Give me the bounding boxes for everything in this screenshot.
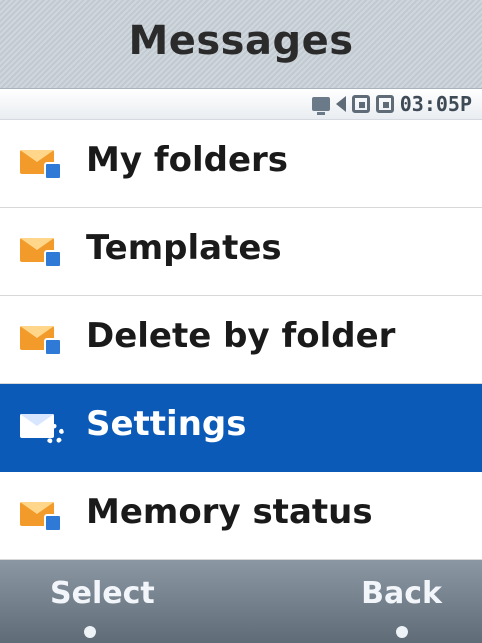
select-softkey[interactable]: Select (50, 576, 155, 611)
menu-item-label: My folders (86, 140, 289, 180)
r-box-icon (351, 95, 370, 113)
message-folder-icon (20, 146, 66, 182)
grid-box-icon (375, 95, 394, 113)
message-delete-icon (20, 322, 66, 358)
menu-item-settings[interactable]: Settings (0, 384, 482, 472)
title-bar: Messages (0, 0, 482, 89)
speaker-icon (335, 96, 346, 112)
phone-screen: Messages 03:05P My folders Templates Del… (0, 0, 482, 643)
menu-item-delete-by-folder[interactable]: Delete by folder (0, 296, 482, 384)
message-settings-icon (20, 410, 66, 446)
menu-item-label: Templates (86, 228, 282, 268)
menu-item-my-folders[interactable]: My folders (0, 120, 482, 208)
left-softkey-dot-icon (84, 626, 96, 638)
messages-menu: My folders Templates Delete by folder Se… (0, 120, 482, 560)
message-template-icon (20, 234, 66, 270)
menu-item-label: Memory status (86, 492, 373, 532)
status-time: 03:05P (399, 92, 472, 116)
right-softkey-dot-icon (396, 626, 408, 638)
page-title: Messages (128, 18, 354, 64)
status-bar: 03:05P (0, 89, 482, 120)
menu-item-memory-status[interactable]: Memory status (0, 472, 482, 560)
pc-sync-icon (311, 97, 330, 115)
back-softkey[interactable]: Back (361, 576, 442, 611)
message-memory-icon (20, 498, 66, 534)
status-icons: 03:05P (311, 92, 472, 116)
menu-item-label: Settings (86, 404, 247, 444)
menu-item-label: Delete by folder (86, 316, 396, 356)
menu-item-templates[interactable]: Templates (0, 208, 482, 296)
softkey-bar: Select Back (0, 560, 482, 643)
